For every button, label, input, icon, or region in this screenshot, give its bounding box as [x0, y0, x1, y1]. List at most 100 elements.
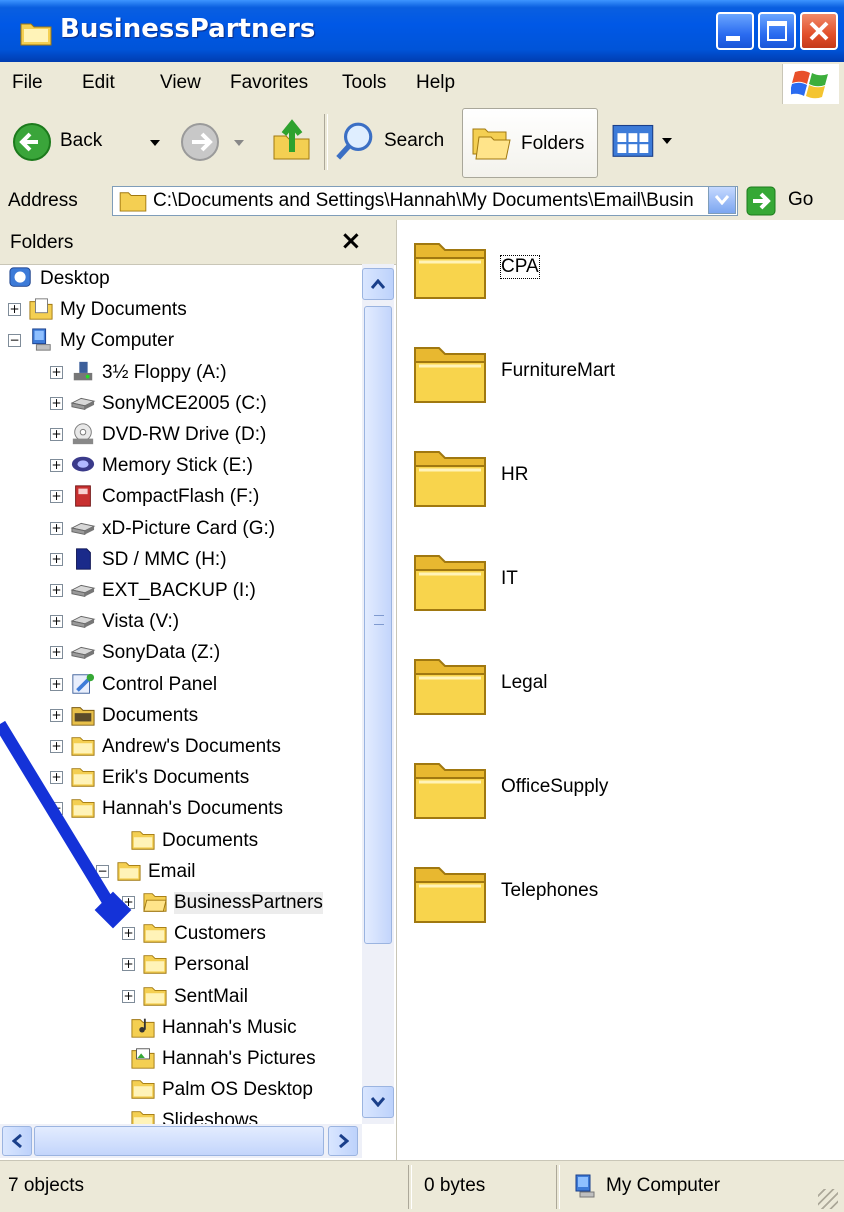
address-input[interactable]: C:\Documents and Settings\Hannah\My Docu…: [112, 186, 738, 216]
folder-item[interactable]: FurnitureMart: [413, 340, 833, 436]
tree-node[interactable]: + Personal: [0, 950, 362, 981]
expand-icon[interactable]: +: [8, 303, 21, 316]
tree-node[interactable]: + CompactFlash (F:): [0, 482, 362, 513]
folder-item[interactable]: HR: [413, 444, 833, 540]
tree-node[interactable]: + Memory Stick (E:): [0, 451, 362, 482]
menu-edit[interactable]: Edit: [82, 72, 115, 94]
horizontal-scroll-thumb[interactable]: [34, 1126, 324, 1156]
menu-view[interactable]: View: [160, 72, 201, 94]
expand-icon[interactable]: +: [50, 397, 63, 410]
tree-node[interactable]: − Email: [0, 857, 362, 888]
menu-tools[interactable]: Tools: [342, 72, 386, 94]
expand-icon[interactable]: +: [122, 990, 135, 1003]
folder-tree-vertical-scrollbar[interactable]: [362, 264, 394, 1124]
tree-node[interactable]: + BusinessPartners: [0, 888, 362, 919]
folders-toggle-button[interactable]: Folders: [462, 108, 598, 178]
expand-icon[interactable]: +: [50, 584, 63, 597]
tree-node[interactable]: + Andrew's Documents: [0, 732, 362, 763]
back-button[interactable]: Back: [6, 118, 166, 166]
expand-icon[interactable]: +: [122, 927, 135, 940]
scroll-up-button[interactable]: [362, 268, 394, 300]
hard-drive-icon: [70, 609, 98, 635]
menu-favorites[interactable]: Favorites: [230, 72, 308, 94]
tree-node[interactable]: + EXT_BACKUP (I:): [0, 576, 362, 607]
folder-item[interactable]: IT: [413, 548, 833, 644]
collapse-icon[interactable]: −: [96, 865, 109, 878]
folder-icon: [414, 555, 486, 611]
tree-node[interactable]: Slideshows: [0, 1106, 362, 1124]
menu-help[interactable]: Help: [416, 72, 455, 94]
expand-icon[interactable]: +: [50, 740, 63, 753]
tree-node[interactable]: + SonyData (Z:): [0, 638, 362, 669]
collapse-icon[interactable]: −: [50, 802, 63, 815]
dropdown-arrow-icon: [662, 138, 672, 144]
expand-icon[interactable]: +: [50, 553, 63, 566]
go-button[interactable]: Go: [746, 186, 836, 216]
tree-node-label: Control Panel: [102, 674, 218, 695]
folder-item[interactable]: OfficeSupply: [413, 756, 833, 852]
expand-icon[interactable]: +: [50, 709, 63, 722]
expand-icon[interactable]: +: [50, 366, 63, 379]
expand-icon[interactable]: +: [50, 490, 63, 503]
tree-node[interactable]: − My Computer: [0, 326, 362, 357]
tree-node[interactable]: + SonyMCE2005 (C:): [0, 389, 362, 420]
expand-icon[interactable]: +: [50, 615, 63, 628]
sd-card-icon: [70, 547, 98, 573]
menu-file[interactable]: File: [12, 72, 43, 94]
tree-node[interactable]: + xD-Picture Card (G:): [0, 514, 362, 545]
tree-node[interactable]: + DVD-RW Drive (D:): [0, 420, 362, 451]
address-path: C:\Documents and Settings\Hannah\My Docu…: [153, 190, 694, 211]
tree-node[interactable]: + Documents: [0, 701, 362, 732]
folder-item[interactable]: Legal: [413, 652, 833, 748]
chevron-left-icon: [12, 1134, 22, 1148]
folder-tree-horizontal-scrollbar[interactable]: [0, 1124, 362, 1158]
expand-icon[interactable]: +: [50, 428, 63, 441]
tree-node[interactable]: + SentMail: [0, 982, 362, 1013]
hard-drive-icon: [70, 640, 98, 666]
close-pane-icon[interactable]: ×: [340, 226, 362, 256]
desktop-icon: [8, 266, 36, 292]
close-button[interactable]: [800, 12, 838, 50]
minimize-button[interactable]: [716, 12, 754, 50]
scroll-thumb[interactable]: [364, 306, 392, 944]
expand-icon[interactable]: +: [50, 522, 63, 535]
tree-node[interactable]: + SD / MMC (H:): [0, 545, 362, 576]
tree-node[interactable]: + Erik's Documents: [0, 763, 362, 794]
tree-node[interactable]: + Customers: [0, 919, 362, 950]
views-button[interactable]: [612, 122, 682, 164]
tree-node[interactable]: Desktop: [0, 264, 362, 295]
folder-icon: [414, 243, 486, 299]
tree-node[interactable]: − Hannah's Documents: [0, 794, 362, 825]
tree-node-label: Hannah's Pictures: [162, 1048, 316, 1069]
collapse-icon[interactable]: −: [8, 334, 21, 347]
maximize-button[interactable]: [758, 12, 796, 50]
title-bar[interactable]: BusinessPartners: [0, 0, 844, 62]
views-icon: [612, 124, 654, 157]
tree-node-label: Erik's Documents: [102, 767, 250, 788]
tree-node[interactable]: Hannah's Music: [0, 1013, 362, 1044]
address-dropdown-button[interactable]: [708, 186, 736, 214]
scroll-left-button[interactable]: [2, 1126, 32, 1156]
expand-icon[interactable]: +: [50, 459, 63, 472]
search-button[interactable]: Search: [332, 114, 456, 170]
tree-node[interactable]: + Control Panel: [0, 670, 362, 701]
folder-item[interactable]: Telephones: [413, 860, 833, 956]
expand-icon[interactable]: +: [122, 958, 135, 971]
expand-icon[interactable]: +: [122, 896, 135, 909]
tree-node[interactable]: + Vista (V:): [0, 607, 362, 638]
scroll-right-button[interactable]: [328, 1126, 358, 1156]
scroll-down-button[interactable]: [362, 1086, 394, 1118]
dvd-drive-icon: [70, 422, 98, 448]
expand-icon[interactable]: +: [50, 771, 63, 784]
forward-button[interactable]: [176, 118, 266, 166]
my-computer-icon: [575, 1174, 595, 1198]
expand-icon[interactable]: +: [50, 678, 63, 691]
tree-node[interactable]: Hannah's Pictures: [0, 1044, 362, 1075]
expand-icon[interactable]: +: [50, 646, 63, 659]
tree-node[interactable]: Palm OS Desktop: [0, 1075, 362, 1106]
tree-node[interactable]: Documents: [0, 826, 362, 857]
folder-item[interactable]: CPA: [413, 236, 833, 332]
tree-node[interactable]: + My Documents: [0, 295, 362, 326]
up-folder-button[interactable]: [270, 114, 316, 168]
tree-node[interactable]: +3½ Floppy (A:): [0, 358, 362, 389]
